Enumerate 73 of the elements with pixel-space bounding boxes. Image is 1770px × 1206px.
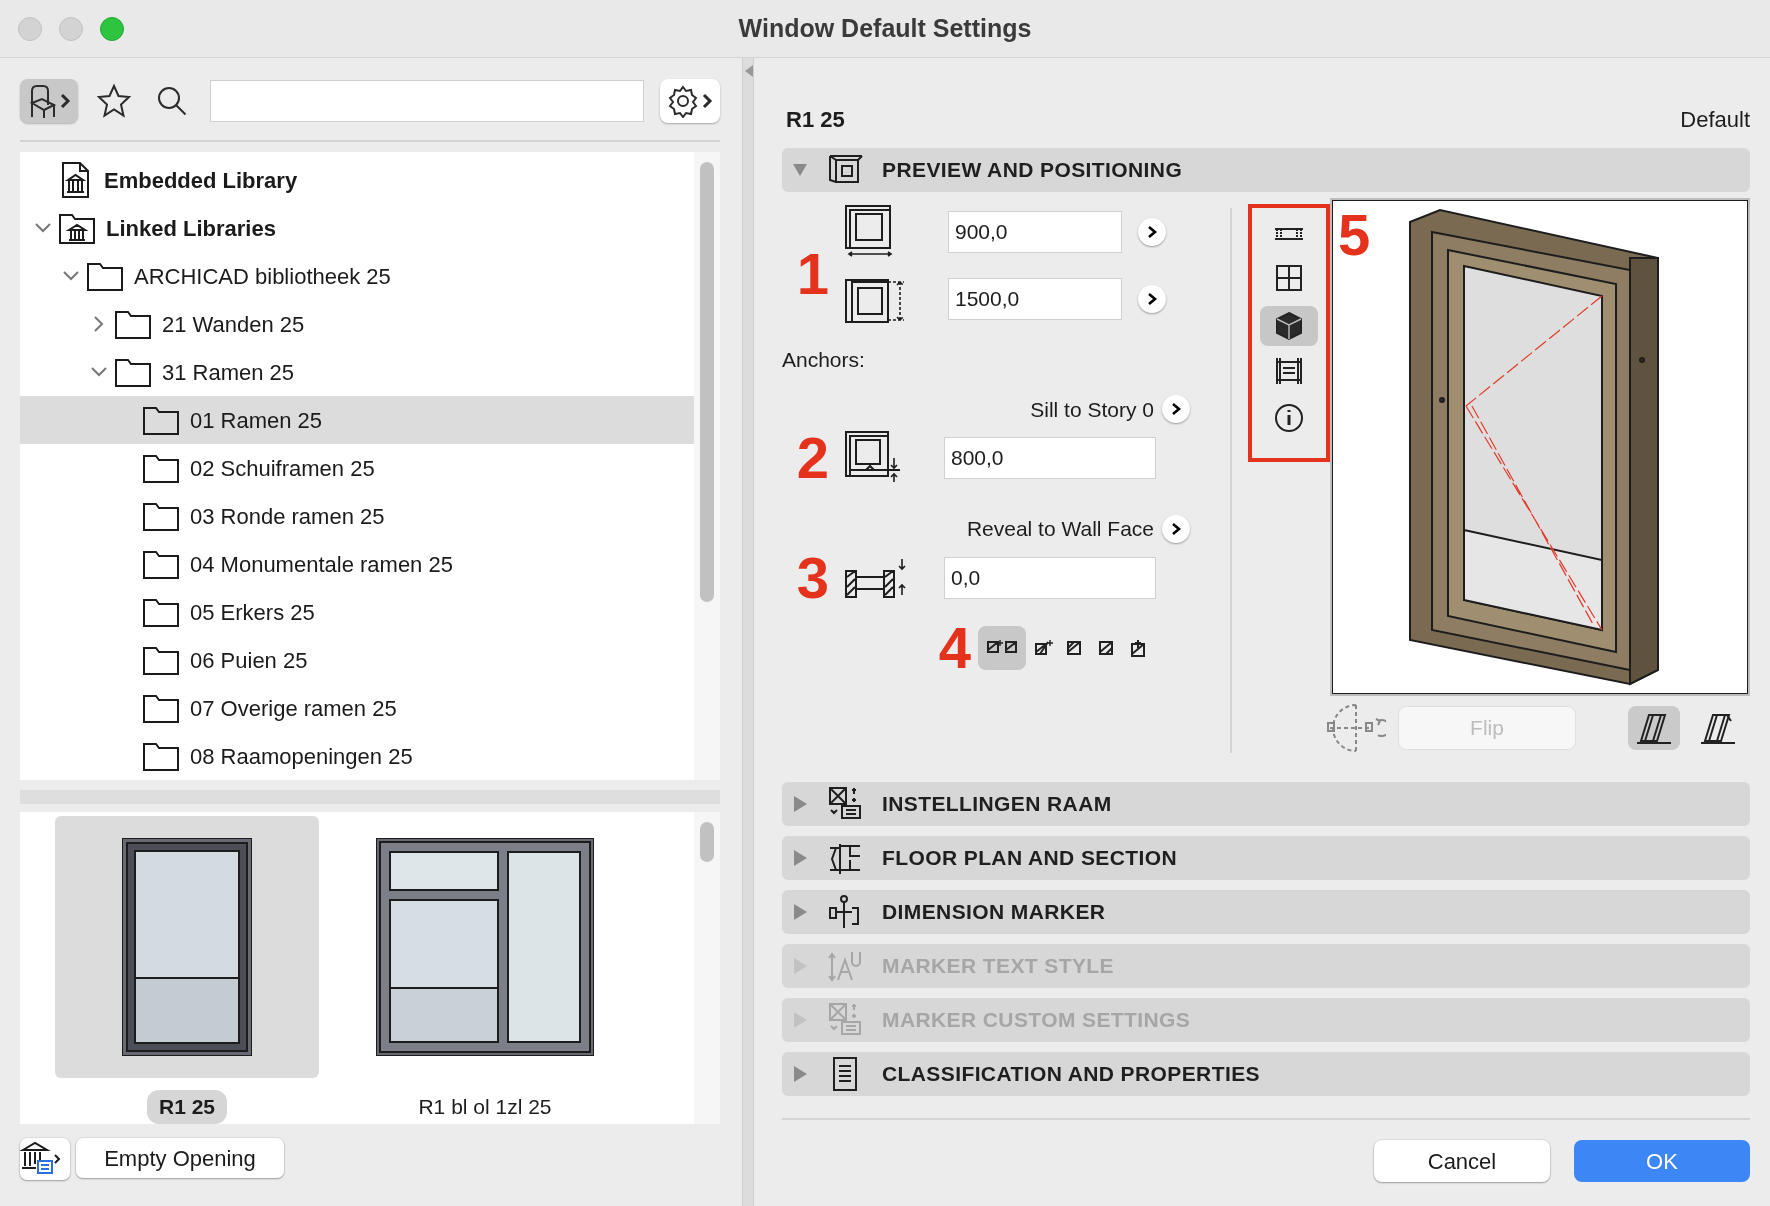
thumbnail-label: R1 bl ol 1zl 25 — [417, 1094, 553, 1120]
thumbnail[interactable] — [55, 816, 319, 1078]
reveal-anchor-button[interactable] — [1162, 514, 1190, 543]
tree-item[interactable]: 08 Raamopeningen 25 — [20, 732, 694, 780]
section-header[interactable]: CLASSIFICATION AND PROPERTIES — [782, 1052, 1750, 1096]
library-manager-button[interactable] — [20, 1138, 70, 1180]
collapse-icon — [744, 64, 754, 78]
settings-icon — [828, 1002, 864, 1038]
search-field[interactable] — [210, 80, 644, 122]
callout-number: 3 — [795, 548, 831, 607]
tree-item[interactable]: 07 Overige ramen 25 — [20, 684, 694, 732]
star-icon — [96, 83, 132, 119]
callout-number: 1 — [795, 240, 831, 303]
tree-item[interactable]: ARCHICAD bibliotheek 25 — [20, 252, 694, 300]
sill-field[interactable]: 800,0 — [944, 437, 1156, 479]
view-button[interactable] — [1260, 306, 1318, 346]
element-name: R1 25 — [785, 105, 845, 134]
callout-number: 4 — [937, 618, 973, 677]
chevron-icon — [58, 92, 72, 110]
section-header[interactable]: DIMENSION MARKER — [782, 890, 1750, 934]
height-field[interactable]: 1500,0 — [948, 278, 1122, 320]
preset-name: Default — [1680, 105, 1750, 134]
callout-number: 5 — [1338, 206, 1371, 264]
window-title: Window Default Settings — [737, 12, 1033, 44]
chevron-icon — [1146, 292, 1158, 306]
tree-item[interactable]: 01 Ramen 25 — [20, 396, 694, 444]
tree-item[interactable]: 05 Erkers 25 — [20, 588, 694, 636]
search-icon — [156, 85, 188, 117]
section-header[interactable]: INSTELLINGEN RAAM — [782, 782, 1750, 826]
wall-side-icon — [1635, 711, 1673, 745]
height-options-button[interactable] — [1138, 285, 1166, 313]
section-icon — [1273, 227, 1305, 241]
tree-item[interactable]: 06 Puien 25 — [20, 636, 694, 684]
settings-icon — [828, 786, 864, 822]
thumbnail-label: R1 25 — [146, 1090, 227, 1124]
width-field[interactable]: 900,0 — [948, 211, 1122, 253]
sill-label: Sill to Story 0 — [1030, 396, 1154, 423]
sill-anchor-button[interactable] — [1162, 395, 1190, 424]
ok-button[interactable]: OK — [1574, 1140, 1750, 1182]
tree-item[interactable]: 04 Monumentale ramen 25 — [20, 540, 694, 588]
reveal-depth-icon — [844, 556, 906, 599]
cube-icon — [1273, 310, 1305, 342]
tree-item[interactable]: 03 Ronde ramen 25 — [20, 492, 694, 540]
settings-button[interactable] — [660, 79, 720, 123]
mirror-icon — [1326, 703, 1386, 753]
chevron-icon — [700, 92, 714, 110]
chevron-icon — [1170, 521, 1182, 536]
section-header[interactable]: PREVIEW AND POSITIONING — [782, 148, 1750, 192]
width-options-button[interactable] — [1138, 218, 1166, 246]
scrollbar[interactable] — [700, 162, 714, 602]
wall-side-icon — [1699, 711, 1737, 745]
reveal-option-button[interactable] — [978, 625, 1026, 670]
reveal-field[interactable]: 0,0 — [944, 556, 1156, 599]
reveal-label: Reveal to Wall Face — [966, 516, 1154, 542]
callout-number: 2 — [795, 429, 831, 487]
flip-button: Flip — [1398, 706, 1576, 750]
chevron-icon — [1170, 402, 1182, 417]
chevron-icon — [1146, 225, 1158, 239]
tree-item[interactable]: Linked Libraries — [20, 204, 694, 252]
scrollbar[interactable] — [700, 822, 714, 862]
object-type-button[interactable] — [20, 79, 78, 123]
tree-item[interactable]: 31 Ramen 25 — [20, 348, 694, 396]
tree-item[interactable]: 21 Wanden 25 — [20, 300, 694, 348]
tree-item[interactable]: 02 Schuiframen 25 — [20, 444, 694, 492]
empty-opening-button[interactable]: Empty Opening — [76, 1138, 284, 1178]
tree-item[interactable]: Embedded Library — [20, 156, 694, 204]
anchors-label: Anchors: — [782, 347, 866, 373]
reveal-option-icon — [1034, 637, 1054, 658]
info-icon — [1273, 402, 1305, 434]
orientation-button[interactable] — [1628, 706, 1680, 750]
gear-icon — [666, 84, 700, 118]
cancel-button[interactable]: Cancel — [1374, 1140, 1550, 1182]
section-header[interactable]: FLOOR PLAN AND SECTION — [782, 836, 1750, 880]
